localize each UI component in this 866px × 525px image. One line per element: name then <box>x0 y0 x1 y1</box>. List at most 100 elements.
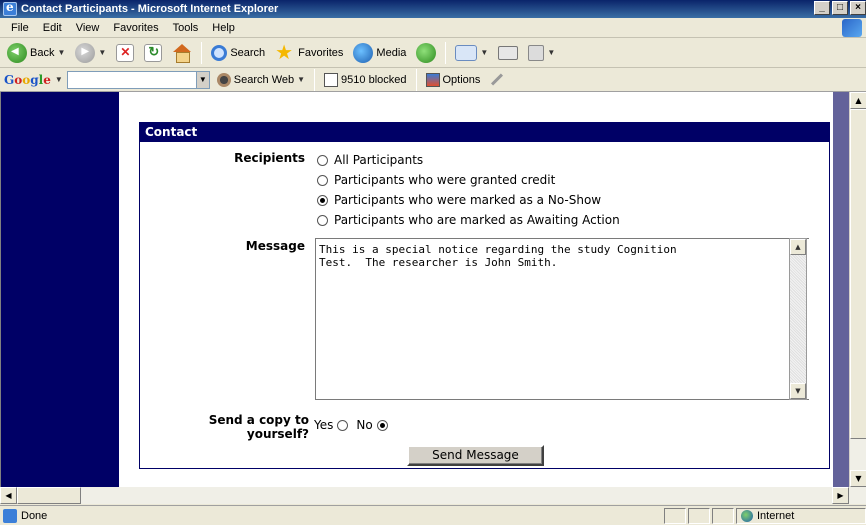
send-message-button[interactable]: Send Message <box>407 445 544 466</box>
radio-no-show[interactable] <box>317 194 328 206</box>
scroll-down-arrow-icon[interactable]: ▼ <box>850 470 866 487</box>
message-scrollbar[interactable]: ▲ ▼ <box>789 238 807 400</box>
forward-button[interactable]: ▼ <box>72 41 109 65</box>
scroll-up-arrow-icon[interactable]: ▲ <box>850 92 866 109</box>
radio-granted-credit[interactable] <box>317 174 328 186</box>
print-button[interactable] <box>495 44 521 62</box>
popup-blocker-button[interactable]: 9510 blocked <box>321 72 409 87</box>
google-search-dropdown[interactable]: ▼ <box>195 70 210 89</box>
minimize-button[interactable]: _ <box>814 1 830 15</box>
search-web-button[interactable]: Search Web ▼ <box>214 72 308 87</box>
google-search-input[interactable] <box>66 70 197 89</box>
media-icon <box>353 42 374 63</box>
horizontal-scroll-thumb[interactable] <box>17 487 81 504</box>
scroll-left-arrow-icon[interactable]: ◀ <box>0 487 17 504</box>
popup-blocked-label: 9510 blocked <box>341 73 407 86</box>
mail-icon <box>455 44 478 61</box>
edit-page-icon <box>528 44 545 61</box>
radio-all-participants[interactable] <box>317 154 328 166</box>
stop-icon <box>116 43 135 62</box>
options-button[interactable]: Options <box>423 72 484 87</box>
print-icon <box>498 45 519 60</box>
recipient-option-credit[interactable]: Participants who were granted credit <box>317 173 555 187</box>
copy-options: Yes No <box>314 418 388 432</box>
copy-label: Send a copy to yourself? <box>208 413 309 441</box>
back-label: Back <box>30 46 55 59</box>
menu-tools[interactable]: Tools <box>166 22 206 34</box>
stop-button[interactable] <box>113 42 137 64</box>
zone-label: Internet <box>757 510 795 522</box>
menu-file[interactable]: File <box>4 22 36 34</box>
maximize-button[interactable]: □ <box>832 1 848 15</box>
window-controls: _ □ × <box>814 1 866 15</box>
scroll-up-arrow-icon[interactable]: ▲ <box>790 239 806 255</box>
status-bar: Done Internet <box>0 505 866 525</box>
media-button[interactable]: Media <box>350 41 409 65</box>
scroll-down-arrow-icon[interactable]: ▼ <box>790 383 806 399</box>
menu-edit[interactable]: Edit <box>36 22 69 34</box>
favorites-label: Favorites <box>298 46 344 59</box>
history-icon <box>416 42 437 63</box>
google-logo[interactable]: Google <box>4 73 51 87</box>
forward-dropdown-icon[interactable]: ▼ <box>98 48 106 57</box>
back-button[interactable]: Back ▼ <box>4 41 68 65</box>
browser-content: Contact Recipients All Participants Part… <box>0 92 849 487</box>
mail-dropdown-icon[interactable]: ▼ <box>480 48 488 57</box>
page-horizontal-scrollbar[interactable]: ◀ ▶ <box>0 487 866 504</box>
radio-label: Participants who were marked as a No-Sho… <box>334 193 602 207</box>
status-panes: Internet <box>664 508 866 524</box>
google-separator <box>314 68 316 91</box>
copy-no-label: No <box>356 418 373 432</box>
menu-bar: File Edit View Favorites Tools Help <box>0 18 866 38</box>
google-separator <box>415 68 417 91</box>
refresh-button[interactable] <box>141 42 165 64</box>
window-title: Contact Participants - Microsoft Interne… <box>21 3 279 15</box>
status-pane <box>712 508 734 524</box>
highlight-button[interactable] <box>487 73 507 86</box>
scroll-right-arrow-icon[interactable]: ▶ <box>832 487 849 504</box>
message-textarea[interactable]: This is a special notice regarding the s… <box>315 238 809 400</box>
menu-view[interactable]: View <box>69 22 107 34</box>
favorites-star-icon: ★ <box>275 41 294 64</box>
highlighter-pencil-icon <box>491 73 504 86</box>
recipient-option-all[interactable]: All Participants <box>317 153 423 167</box>
status-text: Done <box>21 509 48 522</box>
toolbar-separator <box>201 41 203 64</box>
menu-help[interactable]: Help <box>205 22 242 34</box>
copy-yes-label: Yes <box>314 418 334 432</box>
page-done-icon <box>3 508 17 523</box>
edit-button[interactable]: ▼ <box>525 43 558 63</box>
mail-button[interactable]: ▼ <box>452 43 491 63</box>
security-zone: Internet <box>736 508 866 524</box>
radio-copy-yes[interactable] <box>337 419 349 431</box>
favorites-button[interactable]: ★ Favorites <box>272 41 346 65</box>
options-label: Options <box>442 73 481 86</box>
options-icon <box>425 72 440 87</box>
page-right-margin <box>833 92 849 487</box>
search-web-label: Search Web <box>233 73 295 86</box>
home-icon <box>172 43 192 63</box>
search-button[interactable]: Search <box>208 43 268 63</box>
search-web-dropdown-icon[interactable]: ▼ <box>297 75 305 84</box>
forward-arrow-icon <box>75 42 96 63</box>
home-button[interactable] <box>169 42 195 64</box>
status-pane <box>664 508 686 524</box>
edit-dropdown-icon[interactable]: ▼ <box>547 48 555 57</box>
recipient-option-noshow[interactable]: Participants who were marked as a No-Sho… <box>317 193 601 207</box>
title-bar: Contact Participants - Microsoft Interne… <box>0 0 866 18</box>
radio-awaiting-action[interactable] <box>317 214 328 226</box>
media-label: Media <box>376 46 407 59</box>
refresh-icon <box>144 43 163 62</box>
close-button[interactable]: × <box>850 1 866 15</box>
recipient-option-awaiting[interactable]: Participants who are marked as Awaiting … <box>317 213 620 227</box>
page-vertical-scrollbar[interactable]: ▲ ▼ <box>849 92 866 487</box>
menu-favorites[interactable]: Favorites <box>106 22 165 34</box>
back-dropdown-icon[interactable]: ▼ <box>57 48 65 57</box>
google-menu-dropdown-icon[interactable]: ▼ <box>55 75 63 84</box>
ie-page-icon <box>3 0 17 16</box>
radio-copy-no[interactable] <box>376 419 388 431</box>
popup-blocker-icon <box>324 72 339 87</box>
vertical-scroll-thumb[interactable] <box>850 109 866 439</box>
page-left-sidebar <box>1 92 119 487</box>
history-button[interactable] <box>413 41 439 65</box>
